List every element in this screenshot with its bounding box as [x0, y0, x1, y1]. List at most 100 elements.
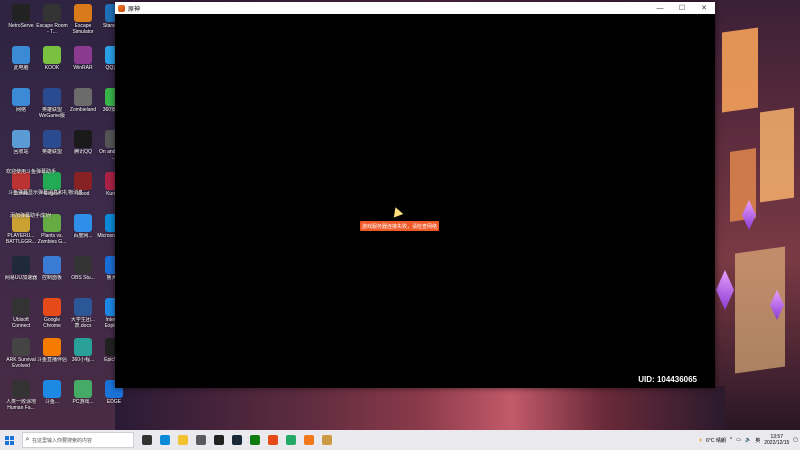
desktop-icon-NetroServer[interactable]: NetroServe: [4, 4, 38, 29]
uu-accelerator-icon: [12, 256, 30, 274]
chrome-icon: [268, 435, 278, 445]
desktop-icon-label: 回收站: [13, 149, 29, 155]
taskbar-app-store[interactable]: [192, 430, 210, 450]
desktop-icon-obs[interactable]: OBS Stu...: [66, 256, 100, 281]
app-icon: [322, 435, 332, 445]
search-placeholder: 在这里输入你要搜索的内容: [32, 437, 93, 444]
desktop-icon-network[interactable]: 网络: [4, 88, 38, 113]
desktop-icon-label: 英雄联盟 WeGame版: [38, 107, 66, 119]
start-button[interactable]: [0, 430, 18, 450]
desktop-icon-doc[interactable]: 大学生团... 表.docx: [66, 298, 100, 329]
360-mini-icon: [74, 338, 92, 356]
window-title: 原神: [128, 6, 141, 13]
lol-icon: [43, 130, 61, 148]
desktop-icon-label: 360小程...: [71, 357, 95, 363]
desktop-icon-this-pc[interactable]: 此电脑: [4, 46, 38, 71]
taskbar-search-box[interactable]: ⌕ 在这里输入你要搜索的内容: [22, 432, 134, 448]
desktop-icon-label: WinRAR: [73, 65, 93, 71]
uid-label: UID: 104436065: [638, 375, 697, 384]
desktop-icon-lol[interactable]: 英雄联盟: [35, 130, 69, 155]
error-toast: 游戏服务器连接失败，请检查网络: [360, 221, 439, 231]
desktop-icon-lol-wegame[interactable]: 英雄联盟 WeGame版: [35, 88, 69, 119]
desktop-icon-label: NetroServe: [8, 23, 34, 29]
desktop-icon-escape-simulator[interactable]: Escape Simulator: [66, 4, 100, 35]
desktop-icon-label: OBS Stu...: [71, 275, 95, 281]
desktop-icon-uu-accelerator[interactable]: 网易UU加速器: [4, 256, 38, 281]
desktop-icon-kook[interactable]: KOOK: [35, 46, 69, 71]
desktop-icon-winrar[interactable]: WinRAR: [66, 46, 100, 71]
desktop-icon-qq[interactable]: 腾讯QQ: [66, 130, 100, 155]
tray-arrow-icon[interactable]: ^: [730, 437, 732, 443]
desktop-icon-label: PC游戏...: [72, 399, 94, 405]
desktop-icon-label: 控制面板: [41, 275, 62, 281]
desktop-icon-label: 网络: [15, 107, 26, 113]
desktop-icon-label: 此电脑: [13, 65, 29, 71]
desktop-icon-label: KOOK: [44, 65, 60, 71]
network-icon: [12, 88, 30, 106]
taskbar-app-file-explorer[interactable]: [174, 430, 192, 450]
game-icon: [286, 435, 296, 445]
taskbar-app-task-view[interactable]: [138, 430, 156, 450]
desktop-icon-zombieland[interactable]: Zombieland: [66, 88, 100, 113]
weather-icon: ◑: [697, 436, 703, 444]
mouse-cursor-icon: [390, 205, 404, 218]
wegame-icon: [304, 435, 314, 445]
this-pc-icon: [12, 46, 30, 64]
taskbar-app-game[interactable]: [282, 430, 300, 450]
desktop-icon-label: Ubisoft Connect: [11, 317, 31, 329]
game-window[interactable]: 原神 — ☐ ✕ 游戏服务器连接失败，请检查网络 UID: 104436065: [115, 2, 715, 388]
desktop-icon-ark[interactable]: ARK Survival Evolved: [4, 338, 38, 369]
taskbar-app-wegame[interactable]: [300, 430, 318, 450]
maximize-button[interactable]: ☐: [671, 2, 693, 14]
taskbar-app-steam[interactable]: [228, 430, 246, 450]
taskbar-app-app[interactable]: [318, 430, 336, 450]
edge-icon: [160, 435, 170, 445]
ubisoft-icon: [12, 298, 30, 316]
notification-icon[interactable]: ▢: [793, 437, 798, 443]
desktop-icon-label: 腾讯QQ: [74, 149, 92, 155]
desktop-icon-ubisoft[interactable]: Ubisoft Connect: [4, 298, 38, 329]
desktop-icon-pc-game[interactable]: PC游戏...: [66, 380, 100, 405]
desktop-icon-human-fall[interactable]: 人类一败涂地 Human Fa...: [4, 380, 38, 411]
taskbar-app-edge[interactable]: [156, 430, 174, 450]
windows-logo-icon: [4, 435, 14, 445]
NetroServer-icon: [12, 4, 30, 22]
taskbar-app-terminal[interactable]: [210, 430, 228, 450]
minimize-button[interactable]: —: [649, 2, 671, 14]
danmaku-overlay-line: 斗鱼弹幕显示弹幕消息和礼物消息: [8, 190, 84, 196]
close-button[interactable]: ✕: [693, 2, 715, 14]
desktop-icon-control-panel[interactable]: 控制面板: [35, 256, 69, 281]
escape-room-icon: [43, 4, 61, 22]
obs-icon: [74, 256, 92, 274]
taskbar-app-xbox[interactable]: [246, 430, 264, 450]
recycle-bin-icon: [12, 130, 30, 148]
desktop-icon-chrome[interactable]: Google Chrome: [35, 298, 69, 329]
desktop-icon-douyu[interactable]: 斗鱼直播伴侣: [35, 338, 69, 363]
genshin-app-icon: [118, 4, 125, 12]
control-panel-icon: [43, 256, 61, 274]
search-icon: ⌕: [25, 436, 30, 443]
baidu-netdisk-icon: [74, 214, 92, 232]
weather-text[interactable]: 6°C 晴朗: [706, 437, 726, 444]
human-fall-icon: [12, 380, 30, 398]
desktop-icon-label: 斗鱼...: [44, 399, 60, 405]
desktop-icon-360-mini[interactable]: 360小程...: [66, 338, 100, 363]
desktop-icon-label: Plants vs. Zombies G...: [37, 233, 67, 245]
desktop-icon-label: 人类一败涂地 Human Fa...: [5, 399, 36, 411]
network-icon[interactable]: ▭: [736, 437, 741, 443]
language-indicator[interactable]: 英: [755, 437, 760, 444]
window-titlebar[interactable]: 原神 — ☐ ✕: [115, 2, 715, 14]
desktop-icon-label: Zombieland: [69, 107, 97, 113]
clock[interactable]: 13:57 2022/12/15: [764, 434, 789, 446]
desktop-icon-helper[interactable]: 斗鱼...: [35, 380, 69, 405]
kook-icon: [43, 46, 61, 64]
desktop-icon-escape-room[interactable]: Escape Room - T...: [35, 4, 69, 35]
desktop-wallpaper-bottom: [115, 386, 725, 430]
desktop-icon-baidu-netdisk[interactable]: 百度网...: [66, 214, 100, 239]
escape-simulator-icon: [74, 4, 92, 22]
taskbar-app-chrome[interactable]: [264, 430, 282, 450]
desktop-icon-recycle-bin[interactable]: 回收站: [4, 130, 38, 155]
volume-icon[interactable]: 🔈: [745, 437, 751, 443]
zombieland-icon: [74, 88, 92, 106]
game-viewport[interactable]: 游戏服务器连接失败，请检查网络 UID: 104436065: [115, 14, 715, 388]
